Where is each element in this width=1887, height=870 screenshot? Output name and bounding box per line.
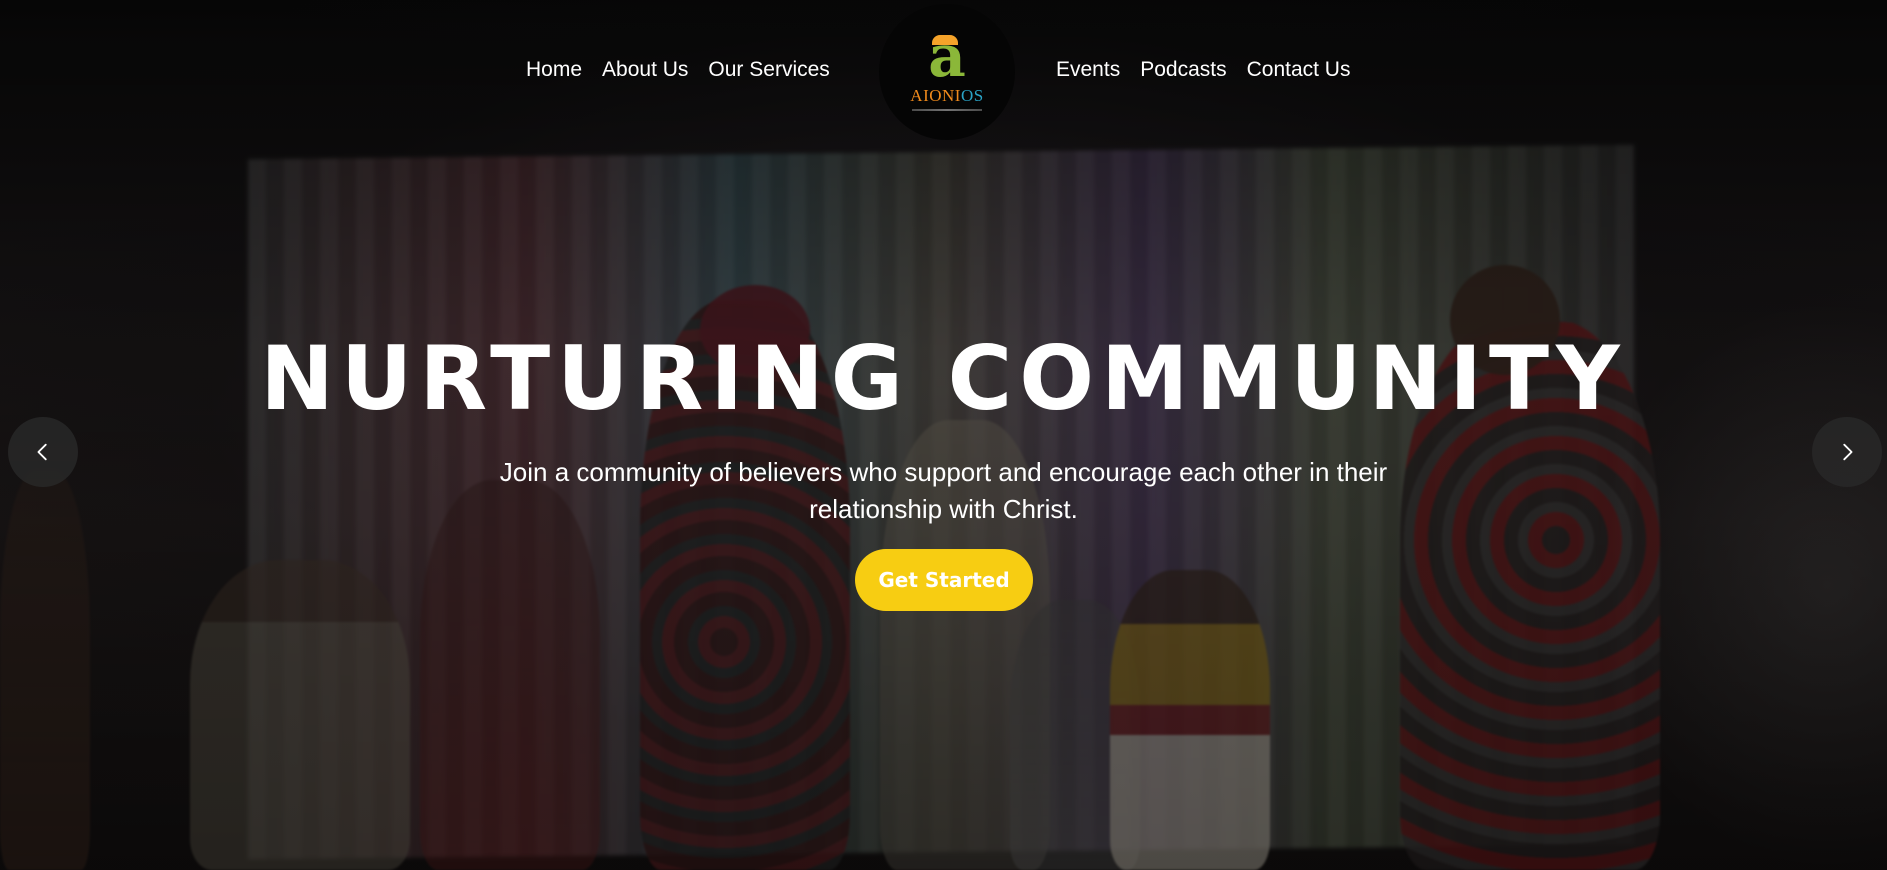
logo-tagline	[912, 109, 982, 111]
carousel-next-button[interactable]	[1812, 417, 1882, 487]
site-logo[interactable]: a AIONIOS	[879, 4, 1015, 140]
main-nav-right: Events Podcasts Contact Us	[1056, 58, 1350, 82]
hero-section: Home About Us Our Services a AIONIOS Eve…	[0, 0, 1887, 870]
main-nav-left: Home About Us Our Services	[526, 58, 830, 82]
nav-link-events[interactable]: Events	[1056, 58, 1120, 82]
get-started-button[interactable]: Get Started	[855, 549, 1033, 611]
nav-link-about-us[interactable]: About Us	[602, 58, 688, 82]
hero-headline: NURTURING COMMUNITY	[260, 327, 1627, 430]
chevron-left-icon	[37, 443, 47, 461]
nav-link-home[interactable]: Home	[526, 58, 582, 82]
nav-link-our-services[interactable]: Our Services	[708, 58, 829, 82]
hero-subtext: Join a community of believers who suppor…	[499, 457, 1388, 524]
nav-link-contact-us[interactable]: Contact Us	[1247, 58, 1351, 82]
logo-mark: a	[928, 22, 966, 90]
nav-link-podcasts[interactable]: Podcasts	[1140, 58, 1226, 82]
carousel-prev-button[interactable]	[8, 417, 78, 487]
chevron-right-icon	[1843, 443, 1853, 461]
